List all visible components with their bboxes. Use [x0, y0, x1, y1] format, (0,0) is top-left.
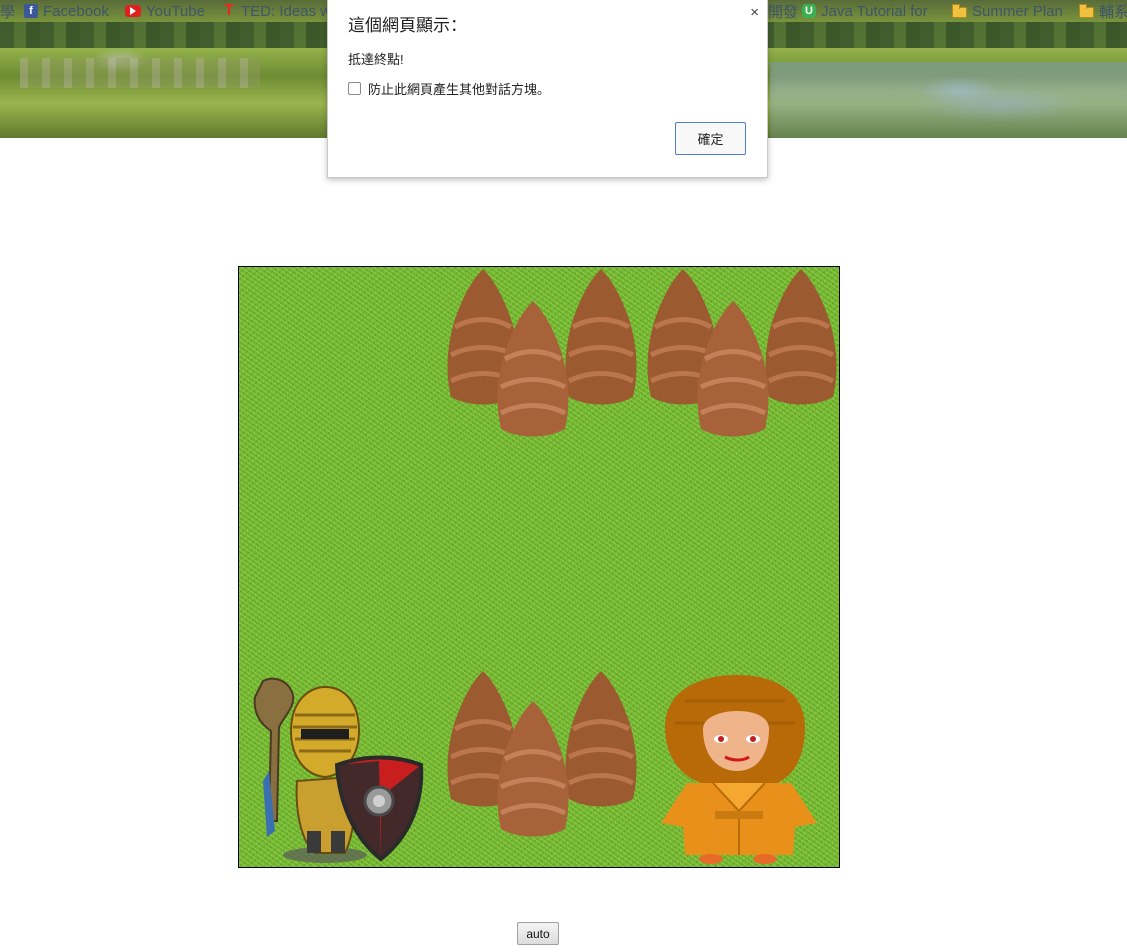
bamboo-shoot-obstacle — [565, 671, 637, 807]
dialog-message: 抵達終點! — [348, 52, 404, 67]
bookmark-youtube[interactable]: YouTube — [125, 1, 205, 21]
bookmark-folder-summer-plan[interactable]: Summer Plan — [952, 1, 1063, 21]
bookmark-folder-minor[interactable]: 輔系 — [1079, 1, 1127, 21]
alert-dialog: 這個網頁顯示： × 抵達終點! 防止此網頁產生其他對話方塊。 確定 — [327, 0, 768, 178]
bookmark-label: 輔系 — [1099, 3, 1127, 21]
bookmark-java-tutorial[interactable]: U Java Tutorial for — [802, 1, 928, 21]
suppress-dialogs-checkbox[interactable] — [348, 82, 361, 95]
game-board — [238, 266, 840, 868]
bamboo-shoot-obstacle — [765, 269, 837, 405]
auto-button[interactable]: auto — [517, 922, 559, 945]
bamboo-shoot-obstacle — [497, 301, 569, 437]
bookmark-partial-left[interactable]: 學 — [0, 1, 15, 21]
ted-icon: T — [224, 2, 234, 19]
bookmark-label: YouTube — [146, 2, 205, 20]
bookmark-label: 開發 — [768, 3, 799, 21]
bookmark-facebook[interactable]: f Facebook — [24, 1, 109, 21]
knight-player-sprite — [253, 677, 424, 863]
bookmark-label: TED: Ideas w — [241, 2, 332, 20]
bamboo-shoot-obstacle — [565, 269, 637, 405]
facebook-icon: f — [24, 4, 38, 18]
bookmark-label: Facebook — [43, 2, 109, 20]
folder-icon — [952, 3, 967, 18]
youtube-icon — [125, 5, 141, 17]
bookmark-ted[interactable]: T TED: Ideas w — [222, 1, 331, 21]
close-icon[interactable]: × — [750, 4, 759, 21]
bamboo-shoot-obstacle — [697, 301, 769, 437]
dialog-title: 這個網頁顯示： — [348, 16, 467, 35]
bookmark-label: 學 — [0, 3, 16, 21]
folder-icon — [1079, 3, 1094, 18]
suppress-dialogs-option[interactable]: 防止此網頁產生其他對話方塊。 — [348, 79, 550, 98]
suppress-dialogs-label: 防止此網頁產生其他對話方塊。 — [368, 82, 551, 97]
ok-button[interactable]: 確定 — [675, 122, 746, 155]
bookmark-partial-dev[interactable]: 開發 — [768, 1, 798, 21]
monk-goal-sprite — [661, 675, 817, 864]
bamboo-shoot-obstacle — [497, 701, 569, 837]
bookmark-label: Summer Plan — [972, 2, 1063, 20]
banner-rocks — [20, 58, 260, 88]
banner-water — [770, 62, 1127, 138]
bookmark-label: Java Tutorial for — [821, 2, 928, 20]
udemy-icon: U — [802, 4, 816, 18]
